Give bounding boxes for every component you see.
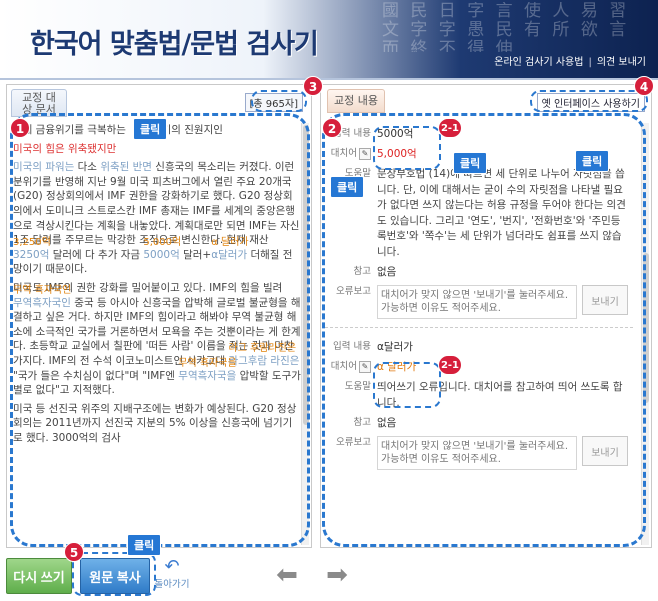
click-callout-source: 클릭	[133, 118, 168, 140]
header-divider	[0, 78, 658, 80]
left-arrow-icon[interactable]: ⬅	[272, 560, 302, 590]
tab-corrections[interactable]: 교정 내용	[327, 89, 385, 113]
badge-2-1: 2-1	[438, 118, 462, 138]
undo-label: 돌아가기	[154, 579, 190, 590]
rewrite-button[interactable]: 다시 쓰기	[6, 558, 72, 594]
click-callout-help: 클릭	[575, 150, 610, 172]
header: 國 民 日 字 言 使 人 易 習 文 字 字 愚 民 有 所 欲 言 而 終 …	[0, 0, 658, 78]
highlight-old-ui	[530, 90, 648, 112]
badge-2-1-second: 2-1	[438, 355, 462, 375]
right-arrow-icon[interactable]: ➡	[322, 560, 352, 590]
badge-3: 3	[303, 76, 323, 96]
header-links: 온라인 검사기 사용법 | 의견 보내기	[494, 57, 646, 68]
click-callout-copy: 클릭	[127, 534, 162, 556]
badge-1: 1	[10, 118, 30, 138]
help-link[interactable]: 온라인 검사기 사용법	[494, 57, 583, 68]
highlight-count	[251, 90, 307, 112]
highlight-correction-area	[322, 113, 646, 547]
feedback-link[interactable]: 의견 보내기	[597, 57, 646, 68]
page-title: 한국어 맞춤법/문법 검사기	[30, 29, 319, 60]
badge-5: 5	[64, 542, 84, 562]
badge-4: 4	[634, 76, 654, 96]
click-callout-pencil: 클릭	[330, 176, 365, 198]
undo-arrow-icon: ↶	[164, 556, 180, 577]
highlight-source-area	[10, 113, 310, 547]
click-callout-replacement: 클릭	[453, 152, 488, 174]
header-background-glyphs: 國 民 日 字 言 使 人 易 習 文 字 字 愚 民 有 所 欲 言 而 終 …	[382, 2, 630, 52]
undo-button[interactable]: ↶ 돌아가기	[152, 558, 192, 594]
badge-2: 2	[322, 118, 342, 138]
highlight-replacement-1	[373, 126, 441, 170]
highlight-copy-button	[72, 552, 156, 596]
highlight-replacement-2	[373, 362, 441, 408]
